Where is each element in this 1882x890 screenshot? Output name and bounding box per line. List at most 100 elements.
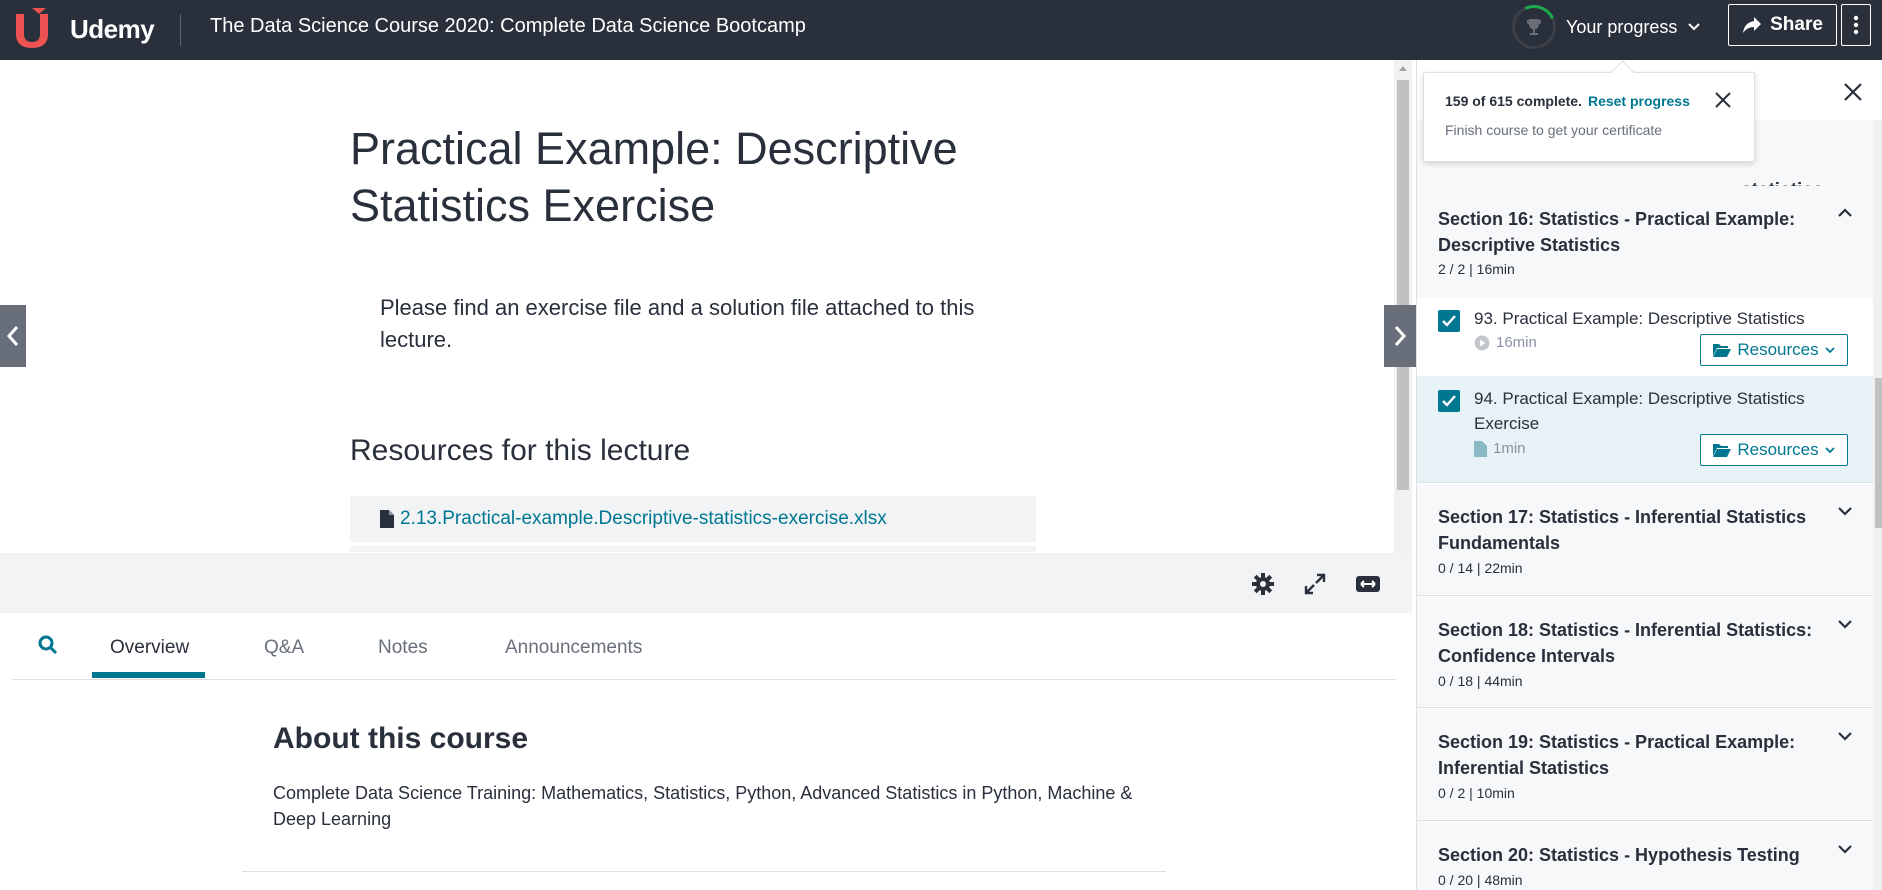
course-title[interactable]: The Data Science Course 2020: Complete D… [210, 14, 806, 38]
lesson-duration: 16min [1474, 334, 1537, 351]
logo-text: Udemy [70, 13, 155, 44]
lesson-94-resources-button[interactable]: Resources [1700, 434, 1848, 466]
file-icon [1474, 440, 1487, 457]
chevron-down-icon [1688, 23, 1701, 31]
theater-mode-icon [1356, 576, 1380, 592]
search-icon [38, 635, 58, 655]
folder-open-icon [1713, 344, 1732, 357]
duration-text: 1min [1493, 440, 1526, 457]
next-lecture-button[interactable] [1384, 305, 1416, 367]
section-20-header[interactable]: Section 20: Statistics - Hypothesis Test… [1417, 822, 1882, 890]
check-icon [1442, 315, 1456, 327]
about-divider [242, 871, 1166, 872]
scroll-up-arrow[interactable] [1399, 66, 1407, 71]
more-options-button[interactable] [1841, 4, 1871, 46]
lecture-content: Practical Example: Descriptive Statistic… [0, 60, 1394, 553]
share-button[interactable]: Share [1728, 4, 1837, 46]
resource-file-link[interactable]: 2.13.Practical-example.Descriptive-stati… [350, 496, 1036, 542]
about-description: Complete Data Science Training: Mathemat… [273, 783, 1133, 829]
chevron-down-icon [1838, 507, 1852, 516]
resource-file-name: 2.13.Practical-example.Descriptive-stati… [400, 508, 887, 529]
section-title: Section 20: Statistics - Hypothesis Test… [1438, 845, 1800, 865]
chevron-up-icon [1838, 208, 1852, 217]
folder-open-icon [1713, 444, 1732, 457]
chevron-down-icon [1838, 732, 1852, 741]
lecture-body: Please find an exercise file and a solut… [380, 295, 975, 352]
close-sidebar-button[interactable] [1843, 82, 1863, 107]
lesson-title: 94. Practical Example: Descriptive Stati… [1474, 389, 1805, 433]
section-16-header[interactable]: Section 16: Statistics - Practical Examp… [1417, 186, 1882, 298]
gear-icon [1252, 573, 1274, 595]
file-icon [380, 510, 394, 528]
settings-button[interactable] [1250, 571, 1276, 597]
scrollbar-thumb[interactable] [1397, 80, 1409, 490]
lesson-93-resources-button[interactable]: Resources [1700, 334, 1848, 366]
lesson-93-checkbox[interactable] [1438, 310, 1460, 332]
section-meta: 0 / 2 | 10min [1438, 785, 1515, 801]
progress-ring [1512, 5, 1556, 49]
certificate-text: Finish course to get your certificate [1445, 122, 1663, 138]
lecture-title: Practical Example: Descriptive Statistic… [350, 123, 958, 231]
tab-qa[interactable]: Q&A [264, 637, 304, 659]
fullscreen-button[interactable] [1302, 571, 1328, 597]
section-17-header[interactable]: Section 17: Statistics - Inferential Sta… [1417, 484, 1882, 596]
share-label: Share [1770, 14, 1823, 35]
section-meta: 0 / 18 | 44min [1438, 673, 1523, 689]
tab-overview[interactable]: Overview [110, 637, 189, 659]
progress-popover: 159 of 615 complete. Reset progress Finis… [1423, 72, 1755, 162]
chevron-left-icon [6, 326, 19, 346]
sidebar-scrollbar[interactable] [1873, 120, 1882, 890]
lecture-control-bar [0, 553, 1412, 613]
about-title: About this course [273, 722, 529, 755]
progress-button[interactable]: Your progress [1512, 5, 1701, 49]
section-title: Section 19: Statistics - Practical Examp… [1438, 732, 1796, 778]
chevron-right-icon [1394, 326, 1407, 346]
chevron-down-icon [1824, 346, 1835, 353]
lecture-tabs: Overview Q&A Notes Announcements [12, 613, 1396, 680]
section-title: Section 17: Statistics - Inferential Sta… [1438, 507, 1807, 553]
udemy-logo[interactable]: Udemy [12, 8, 155, 50]
resources-label: Resources [1737, 440, 1819, 459]
progress-complete-text: 159 of 615 complete. [1445, 93, 1582, 109]
resources-heading: Resources for this lecture [350, 434, 691, 467]
chevron-down-icon [1838, 845, 1852, 854]
course-content-sidebar: statistics Section 16: Statistics - Prac… [1416, 60, 1882, 890]
udemy-logo-icon [16, 8, 48, 48]
duration-text: 16min [1496, 334, 1537, 351]
lesson-duration: 1min [1474, 440, 1526, 457]
lesson-item-93[interactable]: 93. Practical Example: Descriptive Stati… [1417, 298, 1882, 376]
section-title: Section 18: Statistics - Inferential Sta… [1438, 620, 1813, 666]
lesson-title: 93. Practical Example: Descriptive Stati… [1474, 309, 1805, 328]
share-icon [1743, 17, 1762, 33]
previous-lecture-button[interactable] [0, 305, 26, 367]
trophy-icon [1527, 19, 1541, 35]
tab-notes[interactable]: Notes [378, 637, 428, 659]
section-meta: 2 / 2 | 16min [1438, 261, 1515, 277]
section-meta: 0 / 14 | 22min [1438, 560, 1523, 576]
reset-progress-link[interactable]: Reset progress [1588, 93, 1690, 109]
resource-list-edge [350, 546, 1036, 552]
progress-label: Your progress [1566, 16, 1678, 37]
section-title: Section 16: Statistics - Practical Examp… [1438, 209, 1796, 255]
expand-icon [1304, 573, 1326, 595]
active-tab-indicator [92, 672, 205, 678]
lesson-item-94[interactable]: 94. Practical Example: Descriptive Stati… [1417, 376, 1882, 483]
tab-search[interactable] [38, 635, 58, 660]
section-19-header[interactable]: Section 19: Statistics - Practical Examp… [1417, 709, 1882, 821]
check-icon [1442, 395, 1456, 407]
close-icon [1844, 83, 1862, 101]
theater-mode-button[interactable] [1354, 571, 1382, 597]
resources-label: Resources [1737, 340, 1819, 359]
sidebar-scrollbar-thumb[interactable] [1875, 378, 1882, 528]
play-circle-icon [1474, 335, 1490, 350]
chevron-down-icon [1824, 446, 1835, 453]
section-meta: 0 / 20 | 48min [1438, 872, 1523, 888]
close-popover-button[interactable] [1714, 91, 1732, 114]
close-icon [1715, 92, 1731, 108]
header-divider [180, 14, 181, 46]
section-18-header[interactable]: Section 18: Statistics - Inferential Sta… [1417, 597, 1882, 708]
lesson-94-checkbox[interactable] [1438, 390, 1460, 412]
tab-announcements[interactable]: Announcements [505, 637, 642, 659]
top-bar: Udemy The Data Science Course 2020: Comp… [0, 0, 1882, 60]
progress-summary: 159 of 615 complete. Reset progress [1445, 93, 1690, 109]
